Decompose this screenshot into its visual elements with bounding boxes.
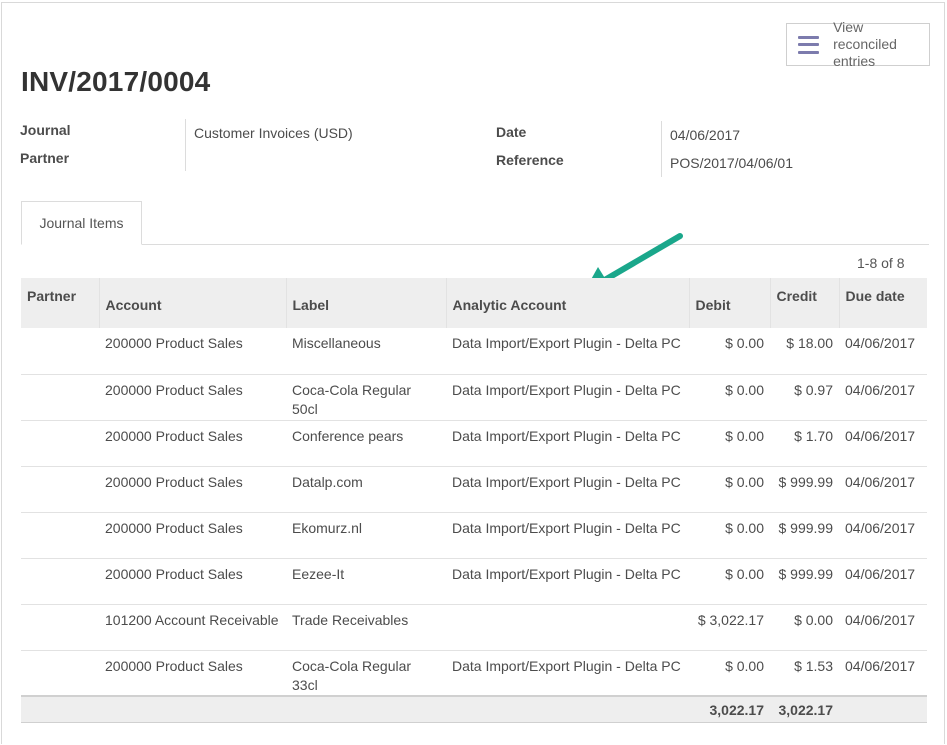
cell-label: Trade Receivables [286, 604, 446, 651]
cell-credit: $ 1.70 [770, 420, 839, 467]
cell-due-date: 04/06/2017 [839, 604, 927, 651]
column-header-label[interactable]: Label [286, 278, 447, 328]
form-sheet: View reconciled entries INV/2017/0004 Jo… [1, 2, 945, 744]
table-row[interactable]: 101200 Account Receivable Trade Receivabl… [21, 604, 927, 651]
column-header-account[interactable]: Account [99, 278, 287, 328]
pager[interactable]: 1-8 of 8 [857, 255, 904, 271]
table-row[interactable]: 200000 Product Sales Conference pears Data… [21, 420, 927, 467]
cell-credit: $ 999.99 [770, 558, 839, 605]
cell-analytic-account [446, 604, 689, 651]
journal-items-table: Partner Account Label Analytic Account D… [21, 278, 927, 723]
cell-credit: $ 1.53 [770, 650, 839, 697]
cell-label: Ekomurz.nl [286, 512, 446, 559]
view-reconciled-entries-button[interactable]: View reconciled entries [786, 19, 930, 69]
cell-analytic-account: Data Import/Export Plugin - Delta PC [446, 328, 689, 375]
cell-credit: $ 999.99 [770, 512, 839, 559]
column-header-partner[interactable]: Partner [21, 278, 100, 328]
reference-value[interactable]: POS/2017/04/06/01 [670, 155, 793, 171]
tab-journal-items[interactable]: Journal Items [21, 201, 142, 245]
cell-credit: $ 999.99 [770, 466, 839, 513]
cell-label: Miscellaneous [286, 328, 446, 375]
cell-credit: $ 0.00 [770, 604, 839, 651]
cell-account: 200000 Product Sales [99, 650, 286, 697]
cell-debit: $ 0.00 [689, 558, 770, 605]
cell-partner [21, 512, 99, 559]
field-separator [661, 121, 662, 177]
cell-analytic-account: Data Import/Export Plugin - Delta PC [446, 466, 689, 513]
cell-due-date: 04/06/2017 [839, 466, 927, 513]
date-value[interactable]: 04/06/2017 [670, 127, 740, 143]
cell-debit: $ 0.00 [689, 466, 770, 513]
cell-debit: $ 0.00 [689, 328, 770, 375]
cell-partner [21, 374, 99, 421]
tab-label: Journal Items [39, 215, 124, 231]
table-row[interactable]: 200000 Product Sales Eezee-It Data Import/… [21, 558, 927, 605]
cell-credit: $ 18.00 [770, 328, 839, 375]
table-row[interactable]: 200000 Product Sales Ekomurz.nl Data Impor… [21, 512, 927, 559]
column-header-credit[interactable]: Credit [770, 278, 840, 328]
cell-account: 200000 Product Sales [99, 512, 286, 559]
table-row[interactable]: 200000 Product Sales Miscellaneous Data Im… [21, 328, 927, 375]
cell-credit: $ 0.97 [770, 374, 839, 421]
cell-label: Conference pears [286, 420, 446, 467]
cell-due-date: 04/06/2017 [839, 420, 927, 467]
date-label: Date [496, 124, 527, 140]
column-header-due-date[interactable]: Due date [839, 278, 927, 328]
view-reconciled-entries-label: View reconciled entries [833, 19, 897, 69]
cell-analytic-account: Data Import/Export Plugin - Delta PC [446, 374, 689, 421]
cell-label: Coca-Cola Regular 50cl [286, 374, 446, 421]
cell-debit: $ 0.00 [689, 650, 770, 697]
tab-divider [21, 244, 929, 245]
cell-due-date: 04/06/2017 [839, 512, 927, 559]
cell-analytic-account: Data Import/Export Plugin - Delta PC [446, 558, 689, 605]
cell-partner [21, 420, 99, 467]
cell-partner [21, 328, 99, 375]
table-row[interactable]: 200000 Product Sales Coca-Cola Regular 50… [21, 374, 927, 421]
cell-partner [21, 604, 99, 651]
column-header-analytic-account[interactable]: Analytic Account [446, 278, 690, 328]
list-icon [798, 35, 820, 54]
reference-label: Reference [496, 152, 564, 168]
field-separator [185, 119, 186, 171]
cell-account: 200000 Product Sales [99, 374, 286, 421]
cell-account: 200000 Product Sales [99, 420, 286, 467]
cell-due-date: 04/06/2017 [839, 650, 927, 697]
cell-due-date: 04/06/2017 [839, 558, 927, 605]
cell-account: 101200 Account Receivable [99, 604, 286, 651]
cell-debit: $ 3,022.17 [689, 604, 770, 651]
cell-account: 200000 Product Sales [99, 466, 286, 513]
cell-label: Datalp.com [286, 466, 446, 513]
cell-debit: $ 0.00 [689, 374, 770, 421]
cell-analytic-account: Data Import/Export Plugin - Delta PC [446, 512, 689, 559]
cell-account: 200000 Product Sales [99, 558, 286, 605]
total-debit: 3,022.17 [689, 695, 770, 723]
journal-label: Journal [20, 122, 71, 138]
partner-label: Partner [20, 150, 70, 166]
cell-partner [21, 558, 99, 605]
cell-analytic-account: Data Import/Export Plugin - Delta PC [446, 650, 689, 697]
cell-account: 200000 Product Sales [99, 328, 286, 375]
cell-partner [21, 466, 99, 513]
cell-debit: $ 0.00 [689, 512, 770, 559]
cell-label: Coca-Cola Regular 33cl [286, 650, 446, 697]
totals-row: 3,022.17 3,022.17 [21, 695, 927, 723]
cell-label: Eezee-It [286, 558, 446, 605]
total-credit: 3,022.17 [770, 695, 839, 723]
cell-partner [21, 650, 99, 697]
table-header-row: Partner Account Label Analytic Account D… [21, 278, 927, 328]
column-header-debit[interactable]: Debit [689, 278, 771, 328]
cell-due-date: 04/06/2017 [839, 328, 927, 375]
page-title: INV/2017/0004 [21, 66, 211, 97]
cell-debit: $ 0.00 [689, 420, 770, 467]
table-row[interactable]: 200000 Product Sales Coca-Cola Regular 33… [21, 650, 927, 697]
journal-value[interactable]: Customer Invoices (USD) [194, 125, 353, 141]
cell-due-date: 04/06/2017 [839, 374, 927, 421]
cell-analytic-account: Data Import/Export Plugin - Delta PC [446, 420, 689, 467]
table-row[interactable]: 200000 Product Sales Datalp.com Data Impor… [21, 466, 927, 513]
